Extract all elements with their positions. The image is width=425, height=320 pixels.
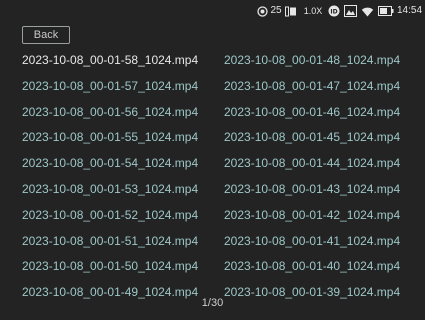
file-item[interactable]: 2023-10-08_00-01-51_1024.mp4 [22,234,224,248]
file-item[interactable]: 2023-10-08_00-01-43_1024.mp4 [224,182,424,196]
status-bar: 25 1.0X ID 14:54 [0,0,425,22]
file-row: 2023-10-08_00-01-56_1024.mp4 2023-10-08_0… [22,105,425,131]
file-item-selected[interactable]: 2023-10-08_00-01-58_1024.mp4 [22,53,224,67]
camera-icon [284,5,298,17]
file-item[interactable]: 2023-10-08_00-01-48_1024.mp4 [224,53,424,67]
file-row: 2023-10-08_00-01-58_1024.mp4 2023-10-08_0… [22,53,425,79]
wifi-icon [361,5,374,17]
target-icon [256,5,268,17]
file-row: 2023-10-08_00-01-51_1024.mp4 2023-10-08_0… [22,234,425,260]
file-item[interactable]: 2023-10-08_00-01-50_1024.mp4 [22,259,224,273]
file-item[interactable]: 2023-10-08_00-01-57_1024.mp4 [22,79,224,93]
file-row: 2023-10-08_00-01-52_1024.mp4 2023-10-08_0… [22,208,425,234]
file-row: 2023-10-08_00-01-53_1024.mp4 2023-10-08_0… [22,182,425,208]
target-count: 25 [270,5,282,16]
file-row: 2023-10-08_00-01-55_1024.mp4 2023-10-08_0… [22,130,425,156]
page-indicator: 1/30 [201,297,224,309]
file-item[interactable]: 2023-10-08_00-01-53_1024.mp4 [22,182,224,196]
file-row: 2023-10-08_00-01-50_1024.mp4 2023-10-08_0… [22,259,425,285]
file-item[interactable]: 2023-10-08_00-01-42_1024.mp4 [224,208,424,222]
clock: 14:54 [397,5,423,16]
file-item[interactable]: 2023-10-08_00-01-47_1024.mp4 [224,79,424,93]
file-item[interactable]: 2023-10-08_00-01-46_1024.mp4 [224,105,424,119]
file-row: 2023-10-08_00-01-57_1024.mp4 2023-10-08_0… [22,79,425,105]
file-item[interactable]: 2023-10-08_00-01-44_1024.mp4 [224,156,424,170]
file-item[interactable]: 2023-10-08_00-01-55_1024.mp4 [22,130,224,144]
screen: 25 1.0X ID 14:54 Back 2023-10-08_00-01-5… [0,0,425,320]
svg-text:ID: ID [330,8,337,15]
file-item[interactable]: 2023-10-08_00-01-41_1024.mp4 [224,234,424,248]
file-list: 2023-10-08_00-01-58_1024.mp4 2023-10-08_0… [22,53,425,311]
file-item[interactable]: 2023-10-08_00-01-52_1024.mp4 [22,208,224,222]
file-item[interactable]: 2023-10-08_00-01-45_1024.mp4 [224,130,424,144]
back-button[interactable]: Back [22,26,70,44]
file-row: 2023-10-08_00-01-54_1024.mp4 2023-10-08_0… [22,156,425,182]
zoom-level: 1.0X [303,6,323,16]
battery-icon [377,5,394,17]
file-item[interactable]: 2023-10-08_00-01-54_1024.mp4 [22,156,224,170]
image-mode-icon [343,5,357,17]
file-item[interactable]: 2023-10-08_00-01-56_1024.mp4 [22,105,224,119]
file-item[interactable]: 2023-10-08_00-01-40_1024.mp4 [224,259,424,273]
mode-badge-icon: ID [327,5,340,17]
